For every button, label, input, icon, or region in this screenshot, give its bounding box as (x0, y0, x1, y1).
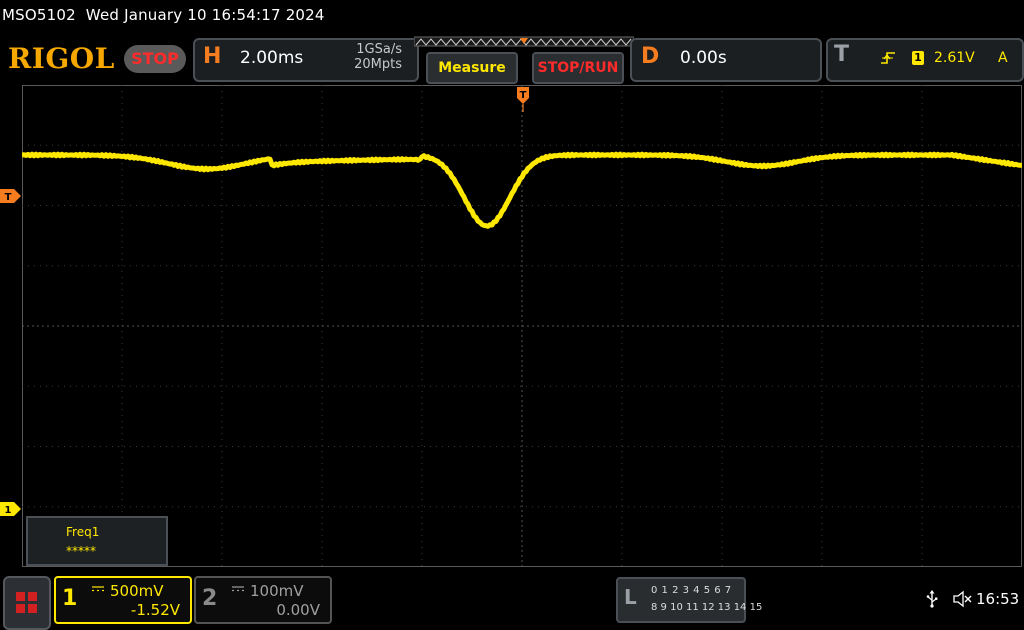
measurement-box[interactable] (26, 516, 168, 566)
dc-coupling-icon (232, 586, 244, 592)
memory-position-bar (414, 36, 634, 47)
trigger-source-badge: 1 (912, 51, 924, 65)
channel1-offset-marker[interactable]: 1 (0, 502, 22, 516)
trigger-level-marker[interactable]: T (0, 189, 22, 203)
channel1-offset: -1.52V (130, 601, 180, 619)
stop-run-button[interactable]: STOP/RUN (532, 52, 624, 84)
delay-label: D (641, 44, 660, 69)
channel2-offset: 0.00V (276, 601, 320, 619)
measurement-name: Freq1 (66, 525, 100, 539)
trigger-level: 2.61V (934, 50, 975, 66)
usb-icon (926, 590, 938, 608)
dc-coupling-icon (92, 586, 104, 592)
channel1-marker-label: 1 (5, 505, 12, 516)
trigger-level-marker-label: T (5, 192, 12, 203)
trigger-mode: A (998, 50, 1008, 66)
sample-rate: 1GSa/s (356, 42, 402, 57)
trigger-position-marker[interactable]: T (516, 86, 530, 112)
measure-button[interactable]: Measure (426, 52, 518, 84)
acquisition-info: 1GSa/s 20Mpts (322, 42, 402, 72)
channel2-scale: 100mV (250, 582, 304, 600)
digital-channels-row1: 0 1 2 3 4 5 6 7 (651, 585, 732, 596)
run-state-indicator[interactable]: STOP (124, 45, 186, 73)
channel2-number: 2 (202, 586, 218, 611)
menu-grid-icon[interactable] (3, 576, 51, 630)
digital-channels-row2: 8 9 10 11 12 13 14 15 (651, 602, 763, 613)
logic-analyzer-label: L (624, 585, 637, 609)
trigger-label: T (834, 42, 850, 67)
channel1-scale: 500mV (110, 582, 164, 600)
clock: 16:53 (976, 590, 1020, 608)
rigol-logo: RIGOL (8, 42, 115, 75)
datetime: Wed January 10 16:54:17 2024 (85, 6, 325, 24)
trigger-marker-label: T (520, 90, 527, 101)
status-line: MSO5102 Wed January 10 16:54:17 2024 (2, 6, 325, 24)
rising-edge-icon (881, 52, 895, 64)
model-name: MSO5102 (2, 6, 76, 24)
horizontal-label: H (203, 44, 222, 69)
speaker-muted-icon[interactable] (952, 590, 974, 608)
trigger-panel[interactable] (826, 38, 1024, 82)
measurement-value: ***** (66, 544, 96, 558)
waveform-display[interactable] (22, 85, 1022, 567)
channel1-number: 1 (62, 586, 78, 611)
delay-value: 0.00s (680, 48, 727, 68)
memory-depth: 20Mpts (354, 57, 402, 72)
timebase-value: 2.00ms (240, 48, 304, 68)
